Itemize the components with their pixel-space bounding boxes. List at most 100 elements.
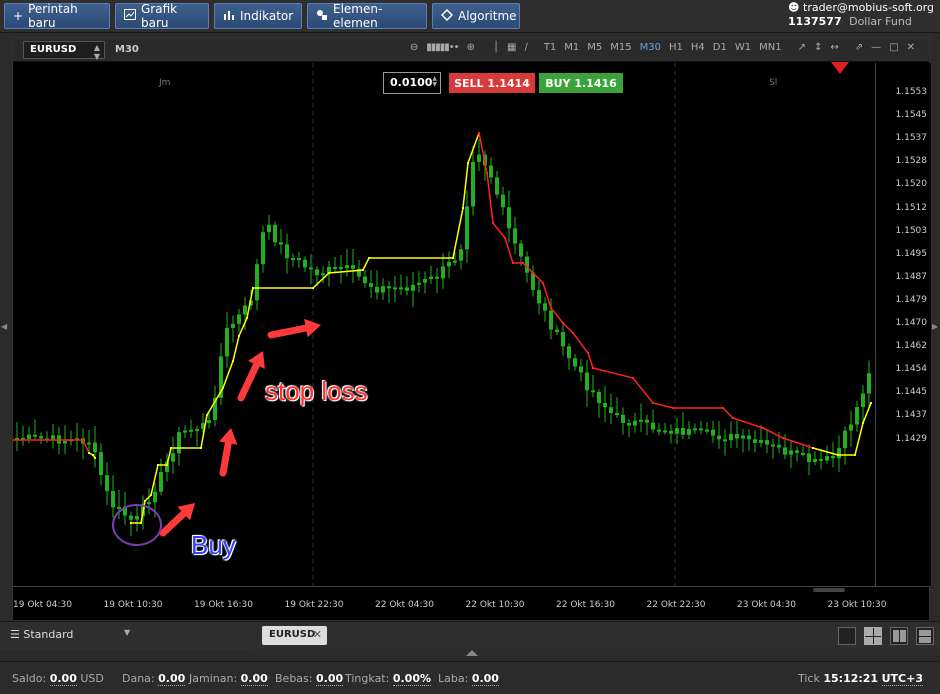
candle-type-icon[interactable]: ▦ (503, 42, 520, 53)
candle-body (381, 286, 385, 293)
popout-icon[interactable]: ⇗ (851, 42, 867, 53)
candle-body (855, 407, 859, 425)
annotation-arrow-shaft (237, 360, 261, 402)
timeframe-h4[interactable]: H4 (687, 42, 709, 53)
time-label: 23 Okt 10:30 (827, 600, 887, 610)
line-type-icon[interactable]: ∕ (520, 42, 531, 53)
trailing-stop-dot (157, 464, 159, 466)
horizontal-scrollbar[interactable] (813, 588, 845, 592)
account-fund: Dollar Fund (849, 15, 912, 28)
candle-body (693, 428, 697, 431)
candle-body (405, 287, 409, 291)
draw-line-icon[interactable]: ↗ (794, 42, 810, 53)
candle-body (699, 428, 703, 431)
candle-body (225, 327, 229, 357)
profile-selector[interactable]: ☰ Standard ▼ (0, 622, 252, 650)
margin-label: Jaminan: (189, 672, 238, 685)
equity-field: Dana: 0.00 (122, 672, 186, 686)
minimize-icon[interactable]: — (867, 42, 885, 53)
algorithm-button[interactable]: Algoritme (432, 3, 520, 29)
maximize-icon[interactable]: □ (885, 42, 902, 53)
timeframe-d1[interactable]: D1 (709, 42, 731, 53)
candle-body (309, 267, 313, 270)
trailing-stop-dot (252, 287, 254, 289)
candle-body (39, 436, 43, 439)
layout-rows-icon[interactable] (916, 627, 934, 645)
buy-button[interactable]: BUY 1.1416 (539, 73, 623, 93)
panel-collapse-icon[interactable] (466, 650, 478, 656)
equity-value[interactable]: 0.00 (158, 672, 186, 686)
balance-value[interactable]: 0.00 (49, 672, 77, 686)
diamond-icon (440, 8, 454, 24)
symbol-selector[interactable]: EURUSD ▲ ▼ (23, 41, 105, 61)
candle-body (645, 419, 649, 423)
horizontal-line-icon[interactable]: ↔ (826, 42, 842, 53)
candle-body (513, 228, 517, 244)
bar-type-icon[interactable]: │ (489, 42, 503, 53)
tab-close-icon[interactable]: ✕ (313, 628, 322, 641)
candle-body (753, 439, 757, 443)
zoom-out-icon[interactable]: ⊖ (406, 42, 422, 53)
profit-value[interactable]: 0.00 (471, 672, 499, 686)
margin-level-value[interactable]: 0.00% (392, 672, 431, 686)
new-order-button[interactable]: + Perintah baru (4, 2, 110, 30)
time-axis[interactable]: 19 Okt 04:30 19 Okt 10:30 19 Okt 16:30 19 O… (13, 586, 929, 620)
time-label: 22 Okt 16:30 (556, 600, 615, 610)
left-collapse-icon[interactable]: ◀ (1, 322, 7, 331)
timeframe-m15[interactable]: M15 (606, 42, 635, 53)
timeframe-mn1[interactable]: MN1 (755, 42, 785, 53)
price-chart-area[interactable] (13, 63, 875, 586)
candle-body (789, 450, 793, 455)
trailing-stop-line (13, 439, 90, 454)
lot-spinner-icon[interactable]: ▲ ▼ (432, 76, 437, 88)
trailing-stop-dot (140, 522, 142, 524)
candle-body (795, 450, 799, 453)
timeframe-m30[interactable]: M30 (636, 42, 665, 53)
margin-value[interactable]: 0.00 (240, 672, 268, 686)
close-icon[interactable]: ✕ (903, 42, 919, 53)
indicator-button[interactable]: Indikator (214, 3, 302, 29)
trailing-stop-dot (504, 237, 506, 239)
trailing-stop-dot (870, 402, 872, 404)
trailing-stop-dot (512, 262, 514, 264)
time-label: 19 Okt 10:30 (103, 600, 163, 610)
trailing-stop-dot (368, 257, 370, 259)
zoom-in-icon[interactable]: ⊕ (463, 42, 479, 53)
timeframe-w1[interactable]: W1 (731, 42, 755, 53)
price-axis[interactable]: 1.1553 1.1545 1.1537 1.1528 1.1520 1.1512 1.15… (875, 63, 931, 586)
timeframe-m1[interactable]: M1 (560, 42, 583, 53)
candle-body (369, 283, 373, 287)
trailing-stop-dot (812, 447, 814, 449)
candle-body (489, 165, 493, 178)
timeframe-h1[interactable]: H1 (665, 42, 687, 53)
trailing-stop-dot (732, 417, 734, 419)
timezone-selector[interactable]: UTC+3 (881, 672, 923, 686)
free-margin-value[interactable]: 0.00 (315, 672, 344, 686)
trailing-stop-dot (854, 454, 856, 456)
lot-size-input[interactable]: 0.0100 ▲ ▼ (383, 72, 441, 94)
layout-grid-icon[interactable] (864, 627, 882, 645)
elements-button[interactable]: Elemen-elemen (307, 2, 427, 30)
layout-columns-icon[interactable] (890, 627, 908, 645)
candle-body (501, 194, 505, 208)
candle-body (597, 391, 601, 404)
trailing-stop-dot (652, 402, 654, 404)
right-collapse-icon[interactable]: ▶ (932, 322, 938, 331)
candle-body (771, 444, 775, 447)
new-chart-button[interactable]: Grafik baru (115, 2, 209, 30)
vertical-line-icon[interactable]: ↕ (810, 42, 826, 53)
zoom-slider[interactable]: ▮▮▮▮▮•• (422, 42, 462, 53)
account-info[interactable]: ☻ trader@mobius-soft.org 1137577 Dollar … (788, 1, 934, 29)
sell-button[interactable]: SELL 1.1414 (449, 73, 535, 93)
timeframe-t1[interactable]: T1 (540, 42, 560, 53)
trailing-stop-dot (150, 494, 152, 496)
tab-eurusd[interactable]: EURUSD ✕ (262, 626, 327, 645)
trailing-stop-dot (130, 522, 132, 524)
layout-single-icon[interactable] (838, 627, 856, 645)
candle-body (147, 502, 151, 505)
timeframe-m5[interactable]: M5 (583, 42, 606, 53)
candle-body (153, 491, 157, 503)
trailing-stop-dot (144, 500, 146, 502)
balance-field: Saldo: 0.00 USD (12, 672, 104, 686)
candle-body (297, 258, 301, 261)
